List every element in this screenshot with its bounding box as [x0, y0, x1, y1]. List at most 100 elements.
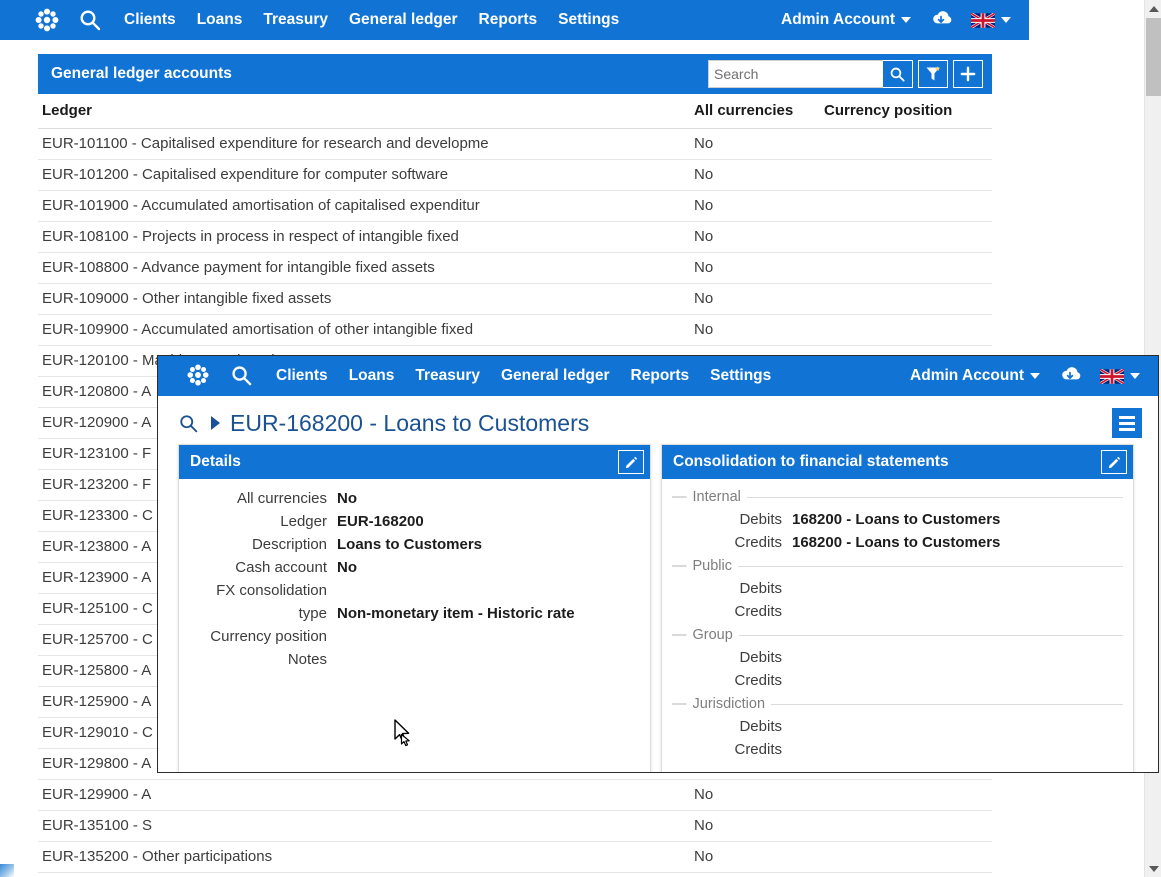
- detail-field-value: No: [337, 559, 357, 576]
- cell-ledger: EUR-135100 - S: [38, 810, 690, 842]
- flower-logo-icon[interactable]: [186, 363, 212, 389]
- consolidation-field-label: Debits: [739, 511, 782, 528]
- nav-link-loans[interactable]: Loans: [197, 11, 243, 29]
- table-row[interactable]: EUR-135100 - S No: [38, 810, 992, 842]
- detail-field-label: Description: [251, 536, 327, 553]
- search-button[interactable]: [883, 60, 913, 88]
- modal-language-selector[interactable]: [1099, 367, 1140, 385]
- triangle-down-icon: [1148, 865, 1159, 872]
- cell-ledger: EUR-101200 - Capitalised expenditure for…: [38, 159, 690, 191]
- search-icon[interactable]: [230, 364, 254, 388]
- column-header-all-currencies[interactable]: All currencies: [690, 94, 820, 129]
- consolidation-field: Debits: [672, 715, 1123, 738]
- details-edit-button[interactable]: [618, 450, 644, 474]
- triangle-right-icon[interactable]: [211, 416, 220, 430]
- cell-currency-position: [820, 810, 992, 842]
- modal-nav-link-treasury[interactable]: Treasury: [415, 367, 480, 385]
- table-row[interactable]: EUR-101900 - Accumulated amortisation of…: [38, 190, 992, 222]
- nav-link-general-ledger[interactable]: General ledger: [349, 11, 458, 29]
- table-row[interactable]: EUR-108100 - Projects in process in resp…: [38, 221, 992, 253]
- page-title: EUR-168200 - Loans to Customers: [230, 409, 590, 436]
- flower-logo-icon[interactable]: [34, 7, 60, 33]
- detail-field-label: type: [298, 605, 327, 622]
- modal-nav-link-general-ledger[interactable]: General ledger: [501, 367, 610, 385]
- screen: Clients Loans Treasury General ledger Re…: [0, 0, 1161, 877]
- detail-field-value: EUR-168200: [337, 513, 424, 530]
- filter-button[interactable]: [918, 60, 948, 88]
- hamburger-menu-icon[interactable]: [1112, 408, 1142, 438]
- consolidation-field-label: Debits: [739, 718, 782, 735]
- detail-field: All currencies No: [189, 488, 640, 510]
- modal-account-menu[interactable]: Admin Account: [910, 367, 1040, 385]
- legend-rule: [738, 565, 1123, 567]
- consolidation-field: Debits 168200 - Loans to Customers: [672, 508, 1123, 531]
- modal-nav-link-settings[interactable]: Settings: [710, 367, 771, 385]
- column-header-ledger[interactable]: Ledger: [38, 94, 690, 129]
- nav-link-clients[interactable]: Clients: [124, 11, 176, 29]
- table-row[interactable]: EUR-135400 - BondsNo: [38, 872, 992, 877]
- modal-nav-link-loans[interactable]: Loans: [349, 367, 395, 385]
- nav-link-treasury[interactable]: Treasury: [263, 11, 328, 29]
- modal-top-navigation-right: Admin Account: [910, 364, 1158, 389]
- account-label: Admin Account: [781, 11, 895, 28]
- detail-field-label: FX consolidation: [216, 582, 327, 599]
- top-navigation-bar: Clients Loans Treasury General ledger Re…: [0, 0, 1029, 40]
- consolidation-edit-button[interactable]: [1101, 450, 1127, 474]
- modal-nav-link-reports[interactable]: Reports: [631, 367, 690, 385]
- cell-currency-position: [820, 841, 992, 873]
- consolidation-card-body: — Internal Debits 168200 - Loans to Custome…: [662, 479, 1133, 772]
- table-row[interactable]: EUR-129900 - A No: [38, 779, 992, 811]
- nav-link-settings[interactable]: Settings: [558, 11, 619, 29]
- table-row[interactable]: EUR-101100 - Capitalised expenditure for…: [38, 128, 992, 160]
- modal-title-bar: EUR-168200 - Loans to Customers: [158, 396, 1158, 444]
- add-button[interactable]: [953, 60, 983, 88]
- column-header-currency-position[interactable]: Currency position: [820, 94, 992, 129]
- table-row[interactable]: EUR-101200 - Capitalised expenditure for…: [38, 159, 992, 191]
- language-selector[interactable]: [970, 11, 1011, 29]
- cell-ledger: EUR-101900 - Accumulated amortisation of…: [38, 190, 690, 222]
- detail-field-label: Currency position: [210, 628, 327, 645]
- cell-all-currencies: No: [690, 779, 820, 811]
- cell-currency-position: [820, 128, 992, 160]
- consolidation-field-label: Debits: [739, 580, 782, 597]
- panel-actions: [708, 60, 983, 88]
- cell-currency-position: [820, 872, 992, 877]
- modal-nav-link-clients[interactable]: Clients: [276, 367, 328, 385]
- cell-all-currencies: No: [690, 221, 820, 253]
- consolidation-group-legend: — Public: [672, 558, 1123, 574]
- consolidation-card: Consolidation to financial statements — I…: [661, 444, 1134, 772]
- table-row[interactable]: EUR-135200 - Other participations No: [38, 841, 992, 873]
- cloud-download-icon[interactable]: [928, 8, 954, 33]
- cell-currency-position: [820, 283, 992, 315]
- cloud-download-icon[interactable]: [1057, 364, 1083, 389]
- detail-field-label: Ledger: [280, 513, 327, 530]
- consolidation-field-label: Credits: [734, 603, 782, 620]
- table-row[interactable]: EUR-109900 - Accumulated amortisation of…: [38, 314, 992, 346]
- detail-field: Ledger EUR-168200: [189, 511, 640, 533]
- cell-ledger: EUR-109000 - Other intangible fixed asse…: [38, 283, 690, 315]
- detail-field: Currency position: [189, 626, 640, 648]
- legend-rule: [746, 496, 1123, 498]
- details-card-title: Details: [190, 453, 241, 470]
- cell-ledger: EUR-135200 - Other participations: [38, 841, 690, 873]
- table-row[interactable]: EUR-109000 - Other intangible fixed asse…: [38, 283, 992, 315]
- account-menu[interactable]: Admin Account: [781, 11, 911, 29]
- nav-link-reports[interactable]: Reports: [479, 11, 538, 29]
- corner-artifact: [0, 864, 14, 877]
- consolidation-field: Credits: [672, 669, 1123, 692]
- table-row[interactable]: EUR-108800 - Advance payment for intangi…: [38, 252, 992, 284]
- scroll-up-button[interactable]: [1145, 0, 1161, 17]
- chevron-down-icon: [901, 17, 911, 23]
- consolidation-group-legend: — Internal: [672, 489, 1123, 505]
- detail-field: Description Loans to Customers: [189, 534, 640, 556]
- cell-ledger: EUR-108800 - Advance payment for intangi…: [38, 252, 690, 284]
- search-input[interactable]: [708, 60, 883, 88]
- scrollbar-thumb[interactable]: [1146, 18, 1161, 96]
- search-icon[interactable]: [178, 413, 199, 434]
- cell-ledger: EUR-109900 - Accumulated amortisation of…: [38, 314, 690, 346]
- consolidation-card-header: Consolidation to financial statements: [662, 445, 1133, 479]
- consolidation-field: Credits: [672, 600, 1123, 623]
- scroll-down-button[interactable]: [1145, 860, 1161, 877]
- panel-header: General ledger accounts: [38, 54, 992, 94]
- search-icon[interactable]: [78, 8, 102, 32]
